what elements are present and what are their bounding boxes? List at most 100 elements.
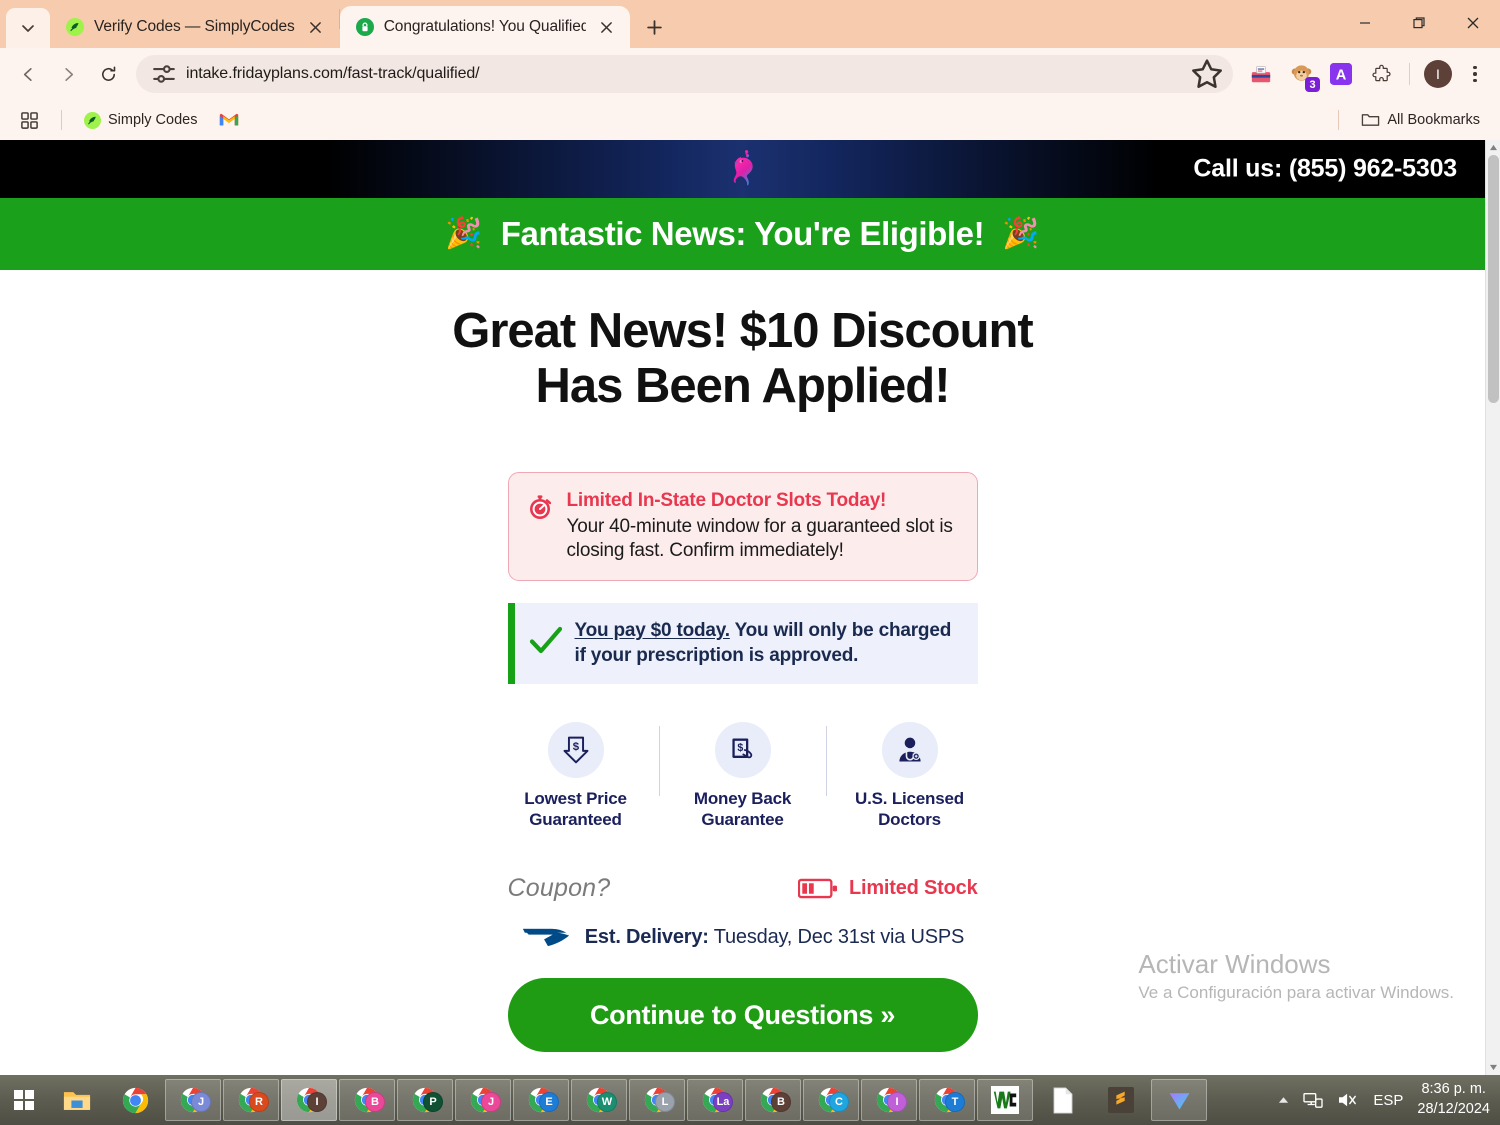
taskbar-sublime-app[interactable] [1093, 1078, 1149, 1122]
site-settings-icon[interactable] [150, 60, 178, 88]
scroll-down-arrow[interactable] [1486, 1060, 1500, 1075]
window-badge: T [945, 1092, 965, 1112]
reload-icon[interactable] [90, 56, 126, 92]
minimize-icon[interactable] [1338, 0, 1392, 46]
taskbar-vpn-app[interactable] [1151, 1079, 1207, 1121]
doctor-stethoscope-icon [881, 722, 938, 779]
simplycodes-favicon [84, 111, 101, 129]
badge-label-line2: Guaranteed [529, 809, 622, 829]
taskbar-chrome-window-j2[interactable]: J [455, 1079, 511, 1121]
address-bar[interactable]: intake.fridayplans.com/fast-track/qualif… [136, 55, 1233, 93]
all-bookmarks-button[interactable]: All Bookmarks [1355, 108, 1486, 132]
tab-search-chevron-icon[interactable] [6, 8, 50, 48]
star-icon[interactable] [1189, 56, 1225, 92]
taskbar-mtg-app[interactable] [977, 1079, 1033, 1121]
usps-logo-icon [521, 925, 571, 950]
extension-badge-count: 3 [1305, 77, 1320, 92]
apps-grid-icon[interactable] [14, 107, 45, 134]
taskbar-chrome-window-w[interactable]: W [571, 1079, 627, 1121]
tab-title: Congratulations! You Qualified! [383, 18, 586, 35]
badge-label: Lowest Price Guaranteed [524, 789, 627, 830]
pay-notice-emphasis: You pay $0 today. [574, 620, 731, 641]
network-icon[interactable] [1303, 1091, 1324, 1109]
taskbar-chrome-window-c[interactable]: C [803, 1079, 859, 1121]
taskbar-chrome-window-j[interactable]: J [165, 1079, 221, 1121]
simplycodes-favicon [66, 18, 84, 36]
taskbar-chrome[interactable] [107, 1078, 163, 1122]
forward-arrow-icon[interactable] [50, 56, 86, 92]
banner-text: Fantastic News: You're Eligible! [500, 215, 985, 252]
window-badge: I [307, 1092, 327, 1112]
money-hand-icon: $ [714, 722, 771, 779]
maximize-icon[interactable] [1392, 0, 1446, 46]
bookmarks-bar: Simply Codes All Bookmarks [0, 100, 1500, 140]
page-viewport: Call us: (855) 962-5303 🎉 Fantastic News… [0, 140, 1500, 1075]
folder-icon [1361, 112, 1380, 128]
browser-window: Verify Codes — SimplyCodes Congratulatio… [0, 0, 1500, 1075]
bookmark-simply-codes[interactable]: Simply Codes [78, 108, 203, 133]
headline-line-1: Great News! $10 Discount [452, 304, 1034, 358]
badge-lowest-price: $ Lowest Price Guaranteed [493, 722, 659, 830]
bookmark-gmail[interactable] [213, 108, 252, 132]
window-badge: I [887, 1092, 907, 1112]
url-text: intake.fridayplans.com/fast-track/qualif… [186, 65, 480, 82]
badge-money-back: $ Money Back Guarantee [660, 722, 826, 830]
show-hidden-icons-arrow[interactable] [1278, 1096, 1289, 1104]
page-scrollbar[interactable] [1485, 140, 1500, 1075]
bookmarks-divider-right [1338, 110, 1340, 130]
extensions-puzzle-icon[interactable] [1366, 59, 1396, 89]
taskbar-chrome-window-la[interactable]: La [687, 1079, 743, 1121]
delivery-value: Tuesday, Dec 31st via USPS [708, 926, 965, 949]
eligibility-banner: 🎉 Fantastic News: You're Eligible! 🎉 [0, 198, 1485, 270]
close-icon[interactable] [1446, 0, 1500, 46]
clock[interactable]: 8:36 p. m. 28/12/2024 [1417, 1080, 1490, 1119]
back-arrow-icon[interactable] [10, 56, 46, 92]
window-badge: J [191, 1092, 211, 1112]
taskbar-chrome-window-b2[interactable]: B [745, 1079, 801, 1121]
taskbar-chrome-window-i[interactable]: I [281, 1079, 337, 1121]
stopwatch-icon [525, 490, 555, 563]
close-icon[interactable] [305, 16, 327, 38]
badge-label: Money Back Guarantee [694, 789, 791, 830]
badge-label-line2: Guarantee [701, 809, 784, 829]
windows-start-icon[interactable] [0, 1075, 48, 1125]
profile-avatar[interactable]: I [1424, 60, 1452, 88]
tab-congratulations-qualified[interactable]: Congratulations! You Qualified! [339, 6, 630, 48]
window-badge: J [481, 1092, 501, 1112]
scroll-up-arrow[interactable] [1486, 140, 1500, 155]
new-tab-button[interactable] [638, 10, 672, 44]
taskbar-file-explorer[interactable] [49, 1078, 105, 1122]
language-indicator[interactable]: ESP [1373, 1092, 1403, 1109]
rooster-logo[interactable] [723, 147, 763, 191]
tab-verify-codes[interactable]: Verify Codes — SimplyCodes [50, 6, 339, 48]
ballot-box-extension-icon[interactable] [1246, 59, 1276, 89]
taskbar-chrome-window-p[interactable]: P [397, 1079, 453, 1121]
continue-to-questions-button[interactable]: Continue to Questions » [507, 978, 978, 1053]
taskbar-chrome-window-b[interactable]: B [339, 1079, 395, 1121]
window-badge: B [365, 1092, 385, 1112]
monkey-extension-icon[interactable]: 3 [1286, 59, 1320, 92]
taskbar-chrome-window-i2[interactable]: I [861, 1079, 917, 1121]
badge-label-line1: Lowest Price [524, 789, 627, 809]
bookmarks-divider [61, 110, 62, 130]
clock-time: 8:36 p. m. [1421, 1081, 1486, 1098]
taskbar-chrome-window-t[interactable]: T [919, 1079, 975, 1121]
call-us-phone[interactable]: Call us: (855) 962-5303 [1193, 155, 1457, 184]
window-badge: E [539, 1092, 559, 1112]
coupon-link[interactable]: Coupon? [508, 874, 611, 903]
three-dot-menu-icon[interactable] [1460, 58, 1490, 90]
toolbar-divider [1409, 63, 1410, 85]
taskbar-document-app[interactable] [1035, 1078, 1091, 1122]
scrollbar-thumb[interactable] [1488, 155, 1499, 403]
taskbar-chrome-window-r[interactable]: R [223, 1079, 279, 1121]
badge-label: U.S. Licensed Doctors [855, 789, 964, 830]
grammarly-extension-icon[interactable]: A [1326, 59, 1356, 89]
headline-line-2: Has Been Applied! [535, 358, 950, 413]
window-controls [1338, 0, 1500, 46]
close-icon[interactable] [596, 16, 618, 38]
tab-strip: Verify Codes — SimplyCodes Congratulatio… [0, 0, 1500, 48]
limited-stock-indicator: Limited Stock [797, 877, 978, 900]
volume-muted-icon[interactable] [1337, 1091, 1359, 1109]
taskbar-chrome-window-l[interactable]: L [629, 1079, 685, 1121]
taskbar-chrome-window-e[interactable]: E [513, 1079, 569, 1121]
